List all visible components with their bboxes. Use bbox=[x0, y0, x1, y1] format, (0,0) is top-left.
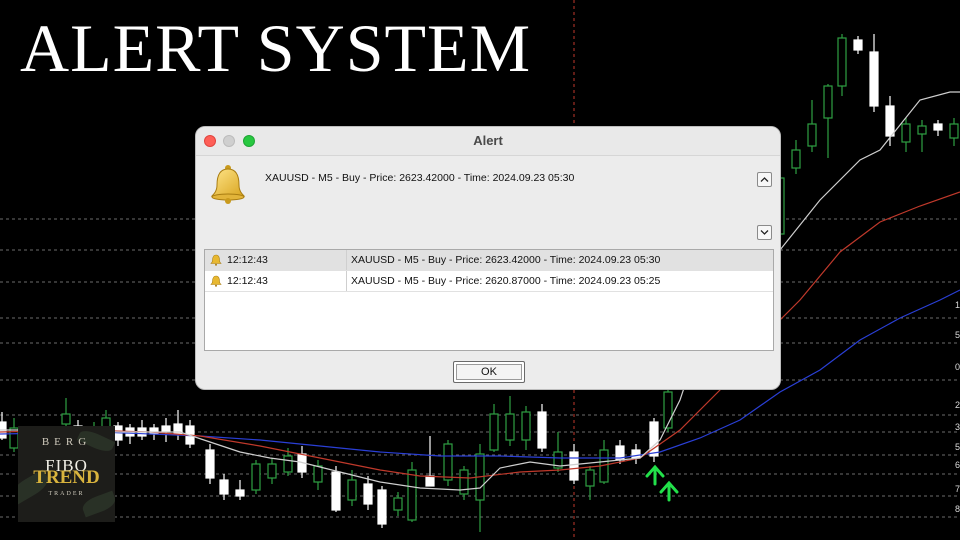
candle-body bbox=[791, 149, 801, 169]
brand-logo: BERG FIBO TREND TRADER bbox=[18, 426, 115, 522]
alert-history-message: XAUUSD - M5 - Buy - Price: 2623.42000 - … bbox=[351, 254, 661, 266]
price-axis-tick: 6 bbox=[955, 460, 960, 470]
candle-body bbox=[425, 475, 435, 487]
candle-body bbox=[505, 413, 515, 441]
candle-body bbox=[631, 449, 641, 459]
alert-history-list[interactable]: 12:12:43 XAUUSD - M5 - Buy - Price: 2623… bbox=[204, 249, 774, 351]
price-axis-tick: 3 bbox=[955, 422, 960, 432]
price-axis-tick: 2 bbox=[955, 400, 960, 410]
candle-body bbox=[347, 479, 357, 501]
alert-history-time: 12:12:43 bbox=[227, 254, 268, 266]
candle-body bbox=[537, 411, 547, 449]
candle-body bbox=[823, 85, 833, 119]
candle-body bbox=[585, 469, 595, 487]
bell-icon bbox=[210, 275, 222, 287]
price-axis-tick: 0 bbox=[955, 362, 960, 372]
ok-button[interactable]: OK bbox=[453, 361, 525, 383]
alert-history-row[interactable]: 12:12:43 XAUUSD - M5 - Buy - Price: 2620… bbox=[205, 271, 773, 292]
candle-body bbox=[853, 39, 863, 51]
candle-body bbox=[235, 489, 245, 497]
candle-body bbox=[901, 123, 911, 143]
candle-body bbox=[331, 471, 341, 511]
logo-text-trend: TREND bbox=[33, 467, 100, 488]
candle-body bbox=[363, 483, 373, 505]
candle-body bbox=[61, 413, 71, 425]
candle-body bbox=[917, 125, 927, 135]
price-axis-labels: 1 5 0 2 3 5 6 7 8 bbox=[955, 300, 960, 514]
candle-body bbox=[219, 479, 229, 495]
candle-body bbox=[407, 469, 417, 521]
logo-text-trader: TRADER bbox=[48, 491, 85, 497]
scroll-down-button[interactable] bbox=[757, 225, 772, 240]
candle-body bbox=[205, 449, 215, 479]
candle-body bbox=[869, 51, 879, 107]
candle-body bbox=[161, 425, 171, 433]
alert-history-message: XAUUSD - M5 - Buy - Price: 2620.87000 - … bbox=[351, 275, 661, 287]
candle-body bbox=[521, 411, 531, 441]
title-bar[interactable]: Alert bbox=[196, 127, 780, 156]
candle-body bbox=[313, 465, 323, 483]
price-axis-tick: 8 bbox=[955, 504, 960, 514]
candle-body bbox=[807, 123, 817, 147]
candle-body bbox=[663, 391, 673, 429]
chevron-up-icon bbox=[760, 177, 769, 182]
buy-arrow-icon bbox=[645, 464, 665, 486]
alert-history-row[interactable]: 12:12:43 XAUUSD - M5 - Buy - Price: 2623… bbox=[205, 250, 773, 271]
alert-message: XAUUSD - M5 - Buy - Price: 2623.42000 - … bbox=[265, 172, 575, 184]
candle-body bbox=[251, 463, 261, 491]
price-axis-tick: 1 bbox=[955, 300, 960, 310]
logo-text-berg: BERG bbox=[41, 436, 92, 448]
candle-body bbox=[885, 105, 895, 137]
candle-body bbox=[393, 497, 403, 511]
price-axis-tick: 7 bbox=[955, 484, 960, 494]
candle-body bbox=[377, 489, 387, 525]
alert-dialog: Alert XAUUSD - M5 - Buy - Price: 2623.42… bbox=[195, 126, 781, 390]
bell-icon bbox=[210, 165, 246, 204]
candle-body bbox=[569, 451, 579, 481]
candle-body bbox=[267, 463, 277, 479]
alert-history-time: 12:12:43 bbox=[227, 275, 268, 287]
buy-arrow-icon bbox=[659, 480, 679, 502]
candle-body bbox=[837, 37, 847, 87]
bell-icon bbox=[210, 254, 222, 266]
candle-body bbox=[283, 455, 293, 473]
scroll-up-button[interactable] bbox=[757, 172, 772, 187]
price-axis-tick: 5 bbox=[955, 442, 960, 452]
candle-body bbox=[443, 443, 453, 481]
chevron-down-icon bbox=[760, 230, 769, 235]
candle-body bbox=[489, 413, 499, 451]
dialog-title: Alert bbox=[473, 133, 503, 148]
candle-body bbox=[949, 123, 959, 139]
candle-body bbox=[649, 421, 659, 457]
candle-body bbox=[933, 123, 943, 131]
price-axis-tick: 5 bbox=[955, 330, 960, 340]
headline-title: ALERT SYSTEM bbox=[20, 10, 532, 86]
